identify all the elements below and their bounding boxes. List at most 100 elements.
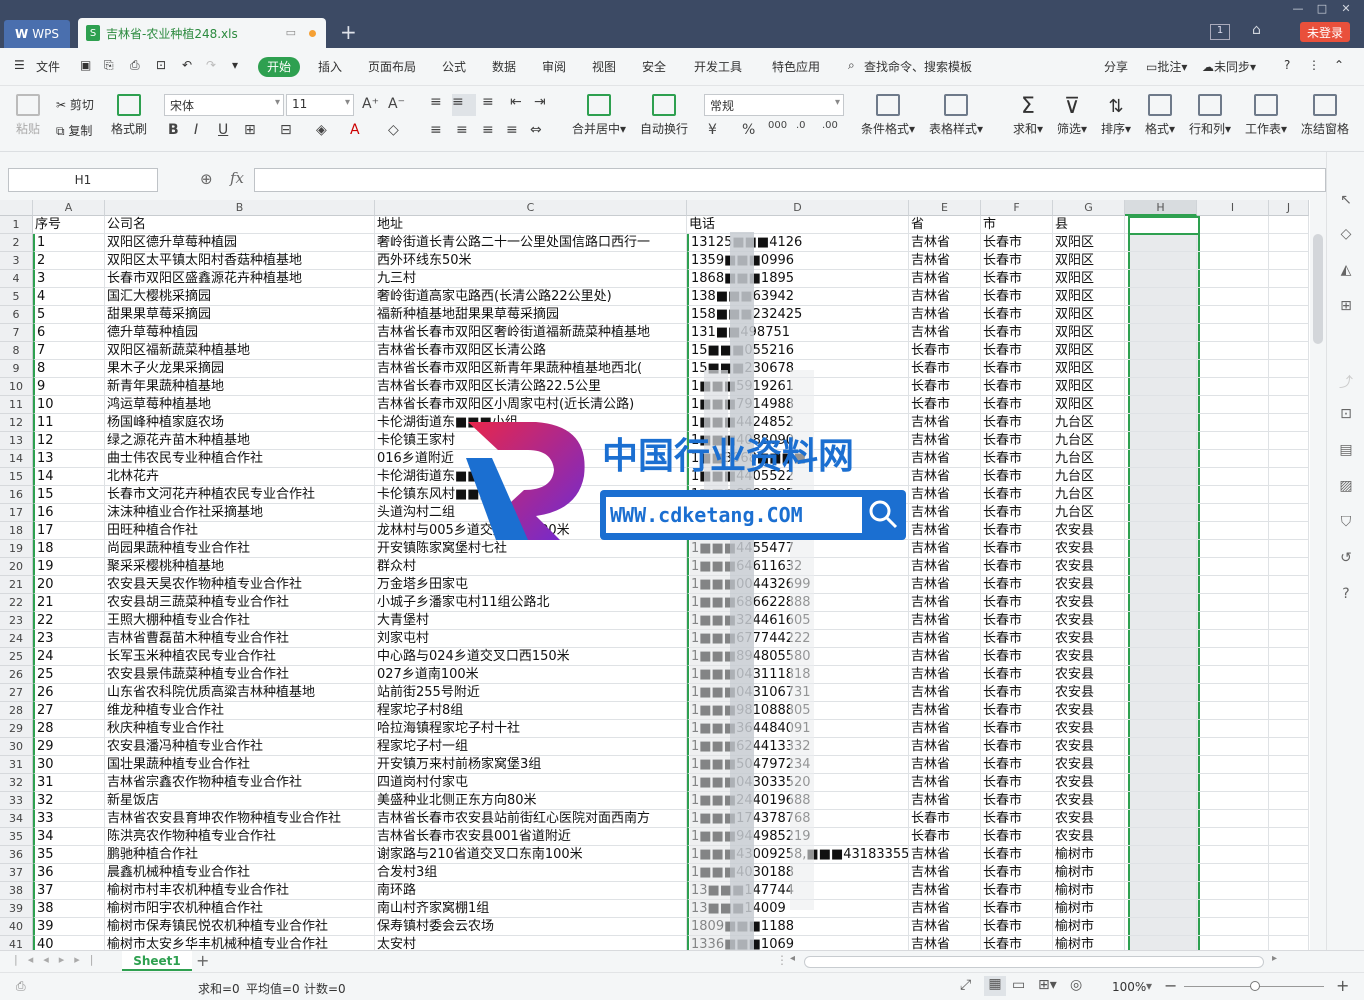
- table-cell[interactable]: [1125, 540, 1197, 558]
- table-cell[interactable]: [1197, 306, 1269, 324]
- tab-split-icon[interactable]: ⋮: [776, 953, 788, 967]
- table-cell[interactable]: [1197, 540, 1269, 558]
- table-cell[interactable]: [1269, 864, 1309, 882]
- menu-formula[interactable]: 公式: [442, 58, 466, 75]
- row-col-button[interactable]: 行和列▾: [1188, 94, 1232, 137]
- indent-increase-icon[interactable]: ⇥: [534, 94, 546, 110]
- row-header[interactable]: 13: [0, 432, 33, 450]
- table-cell[interactable]: 长春市: [981, 486, 1053, 504]
- row-header[interactable]: 40: [0, 918, 33, 936]
- align-middle-icon[interactable]: ≡: [452, 94, 476, 116]
- copy-button[interactable]: ⧉ 复制: [56, 122, 92, 139]
- row-header[interactable]: 35: [0, 828, 33, 846]
- table-cell[interactable]: 榆树市太安乡华丰机械种植专业合作社: [105, 936, 375, 950]
- table-cell[interactable]: 国壮果蔬种植专业合作社: [105, 756, 375, 774]
- table-cell[interactable]: [1269, 918, 1309, 936]
- table-cell[interactable]: 长春市: [981, 288, 1053, 306]
- table-cell[interactable]: 榆树市: [1053, 918, 1125, 936]
- table-cell[interactable]: 农安县天昊农作物种植专业合作社: [105, 576, 375, 594]
- table-cell[interactable]: 吉林省: [909, 882, 981, 900]
- scroll-right-icon[interactable]: ▸: [1272, 953, 1277, 964]
- table-cell[interactable]: 奢岭街道高家屯路西(长清公路22公里处): [375, 288, 687, 306]
- window-count-badge[interactable]: 1: [1210, 24, 1230, 40]
- table-cell[interactable]: 吉林省: [909, 936, 981, 950]
- table-cell[interactable]: 长春市: [981, 882, 1053, 900]
- table-cell[interactable]: [1125, 666, 1197, 684]
- column-header[interactable]: A: [33, 200, 105, 216]
- table-cell[interactable]: 长春市: [981, 720, 1053, 738]
- table-cell[interactable]: 4: [33, 288, 105, 306]
- column-header[interactable]: H: [1125, 200, 1197, 216]
- format-button[interactable]: 格式▾: [1142, 94, 1178, 137]
- table-cell[interactable]: 吉林省: [909, 468, 981, 486]
- add-sheet-icon[interactable]: +: [196, 951, 209, 970]
- worksheet-button[interactable]: 工作表▾: [1244, 94, 1288, 137]
- table-cell[interactable]: 沫沫种植业合作社采摘基地: [105, 504, 375, 522]
- table-cell[interactable]: 农安县: [1053, 684, 1125, 702]
- table-cell[interactable]: 长春市: [981, 738, 1053, 756]
- table-cell[interactable]: 尚园果蔬种植专业合作社: [105, 540, 375, 558]
- table-cell[interactable]: 农安县: [1053, 792, 1125, 810]
- zoom-in-icon[interactable]: +: [1336, 976, 1349, 995]
- table-cell[interactable]: [1125, 468, 1197, 486]
- table-cell[interactable]: [1269, 810, 1309, 828]
- number-format-select[interactable]: 常规: [704, 94, 844, 116]
- table-cell[interactable]: 双阳区: [1053, 360, 1125, 378]
- hamburger-icon[interactable]: ☰: [14, 58, 25, 72]
- table-cell[interactable]: 吉林省: [909, 594, 981, 612]
- row-header[interactable]: 26: [0, 666, 33, 684]
- table-cell[interactable]: [1197, 288, 1269, 306]
- table-cell[interactable]: 26: [33, 684, 105, 702]
- table-cell[interactable]: 长春市: [981, 612, 1053, 630]
- table-cell[interactable]: 长春市: [981, 396, 1053, 414]
- table-cell[interactable]: 农安县: [1053, 720, 1125, 738]
- fullscreen-icon[interactable]: ⤢: [960, 977, 971, 993]
- column-header[interactable]: G: [1053, 200, 1125, 216]
- font-family-select[interactable]: 宋体: [164, 94, 284, 116]
- align-right-icon[interactable]: ≡: [482, 122, 494, 138]
- undo-icon[interactable]: ↶: [182, 58, 192, 72]
- table-cell[interactable]: [1269, 846, 1309, 864]
- table-cell[interactable]: [1269, 774, 1309, 792]
- table-cell[interactable]: 农安县: [1053, 576, 1125, 594]
- table-cell[interactable]: 长春市: [909, 810, 981, 828]
- table-cell[interactable]: [1269, 504, 1309, 522]
- table-cell[interactable]: 长春市: [981, 810, 1053, 828]
- table-cell[interactable]: [1269, 342, 1309, 360]
- table-cell[interactable]: 农安县: [1053, 810, 1125, 828]
- table-cell[interactable]: [1269, 306, 1309, 324]
- table-cell[interactable]: 新星饭店: [105, 792, 375, 810]
- table-cell[interactable]: 长春市: [981, 702, 1053, 720]
- share-button[interactable]: 分享: [1104, 58, 1128, 75]
- table-cell[interactable]: [1269, 648, 1309, 666]
- table-cell[interactable]: [1125, 594, 1197, 612]
- table-cell[interactable]: [1197, 522, 1269, 540]
- print-icon[interactable]: ⎙: [130, 58, 140, 73]
- header-cell[interactable]: 地址: [375, 216, 687, 234]
- table-cell[interactable]: [1197, 558, 1269, 576]
- italic-icon[interactable]: I: [194, 122, 198, 138]
- table-cell[interactable]: [1197, 864, 1269, 882]
- table-cell[interactable]: [1125, 612, 1197, 630]
- table-cell[interactable]: 榆树市: [1053, 882, 1125, 900]
- table-cell[interactable]: 长春市: [981, 504, 1053, 522]
- table-cell[interactable]: [1269, 558, 1309, 576]
- table-cell[interactable]: 长春市: [981, 918, 1053, 936]
- sum-button[interactable]: Σ 求和▾: [1010, 94, 1046, 137]
- table-cell[interactable]: [1269, 234, 1309, 252]
- table-cell[interactable]: [1197, 702, 1269, 720]
- table-cell[interactable]: [1269, 756, 1309, 774]
- decrease-decimal-icon[interactable]: .00: [822, 120, 838, 131]
- table-cell[interactable]: 吉林省: [909, 450, 981, 468]
- table-cell[interactable]: 吉林省长春市双阳区长清公路: [375, 342, 687, 360]
- header-cell[interactable]: 县: [1053, 216, 1125, 234]
- table-cell[interactable]: 吉林省: [909, 522, 981, 540]
- table-cell[interactable]: [1125, 504, 1197, 522]
- row-header[interactable]: 24: [0, 630, 33, 648]
- spreadsheet-grid[interactable]: ABCDEFGHIJ 1 序号 公司名 地址 电话省市县 2 1 双阳区德升草莓种植园 奢岭街道…: [0, 200, 1310, 950]
- fill-icon[interactable]: ◭: [1337, 262, 1355, 280]
- table-cell[interactable]: [1197, 720, 1269, 738]
- table-cell[interactable]: 长春市: [981, 900, 1053, 918]
- row-header[interactable]: 19: [0, 540, 33, 558]
- table-cell[interactable]: 吉林省: [909, 252, 981, 270]
